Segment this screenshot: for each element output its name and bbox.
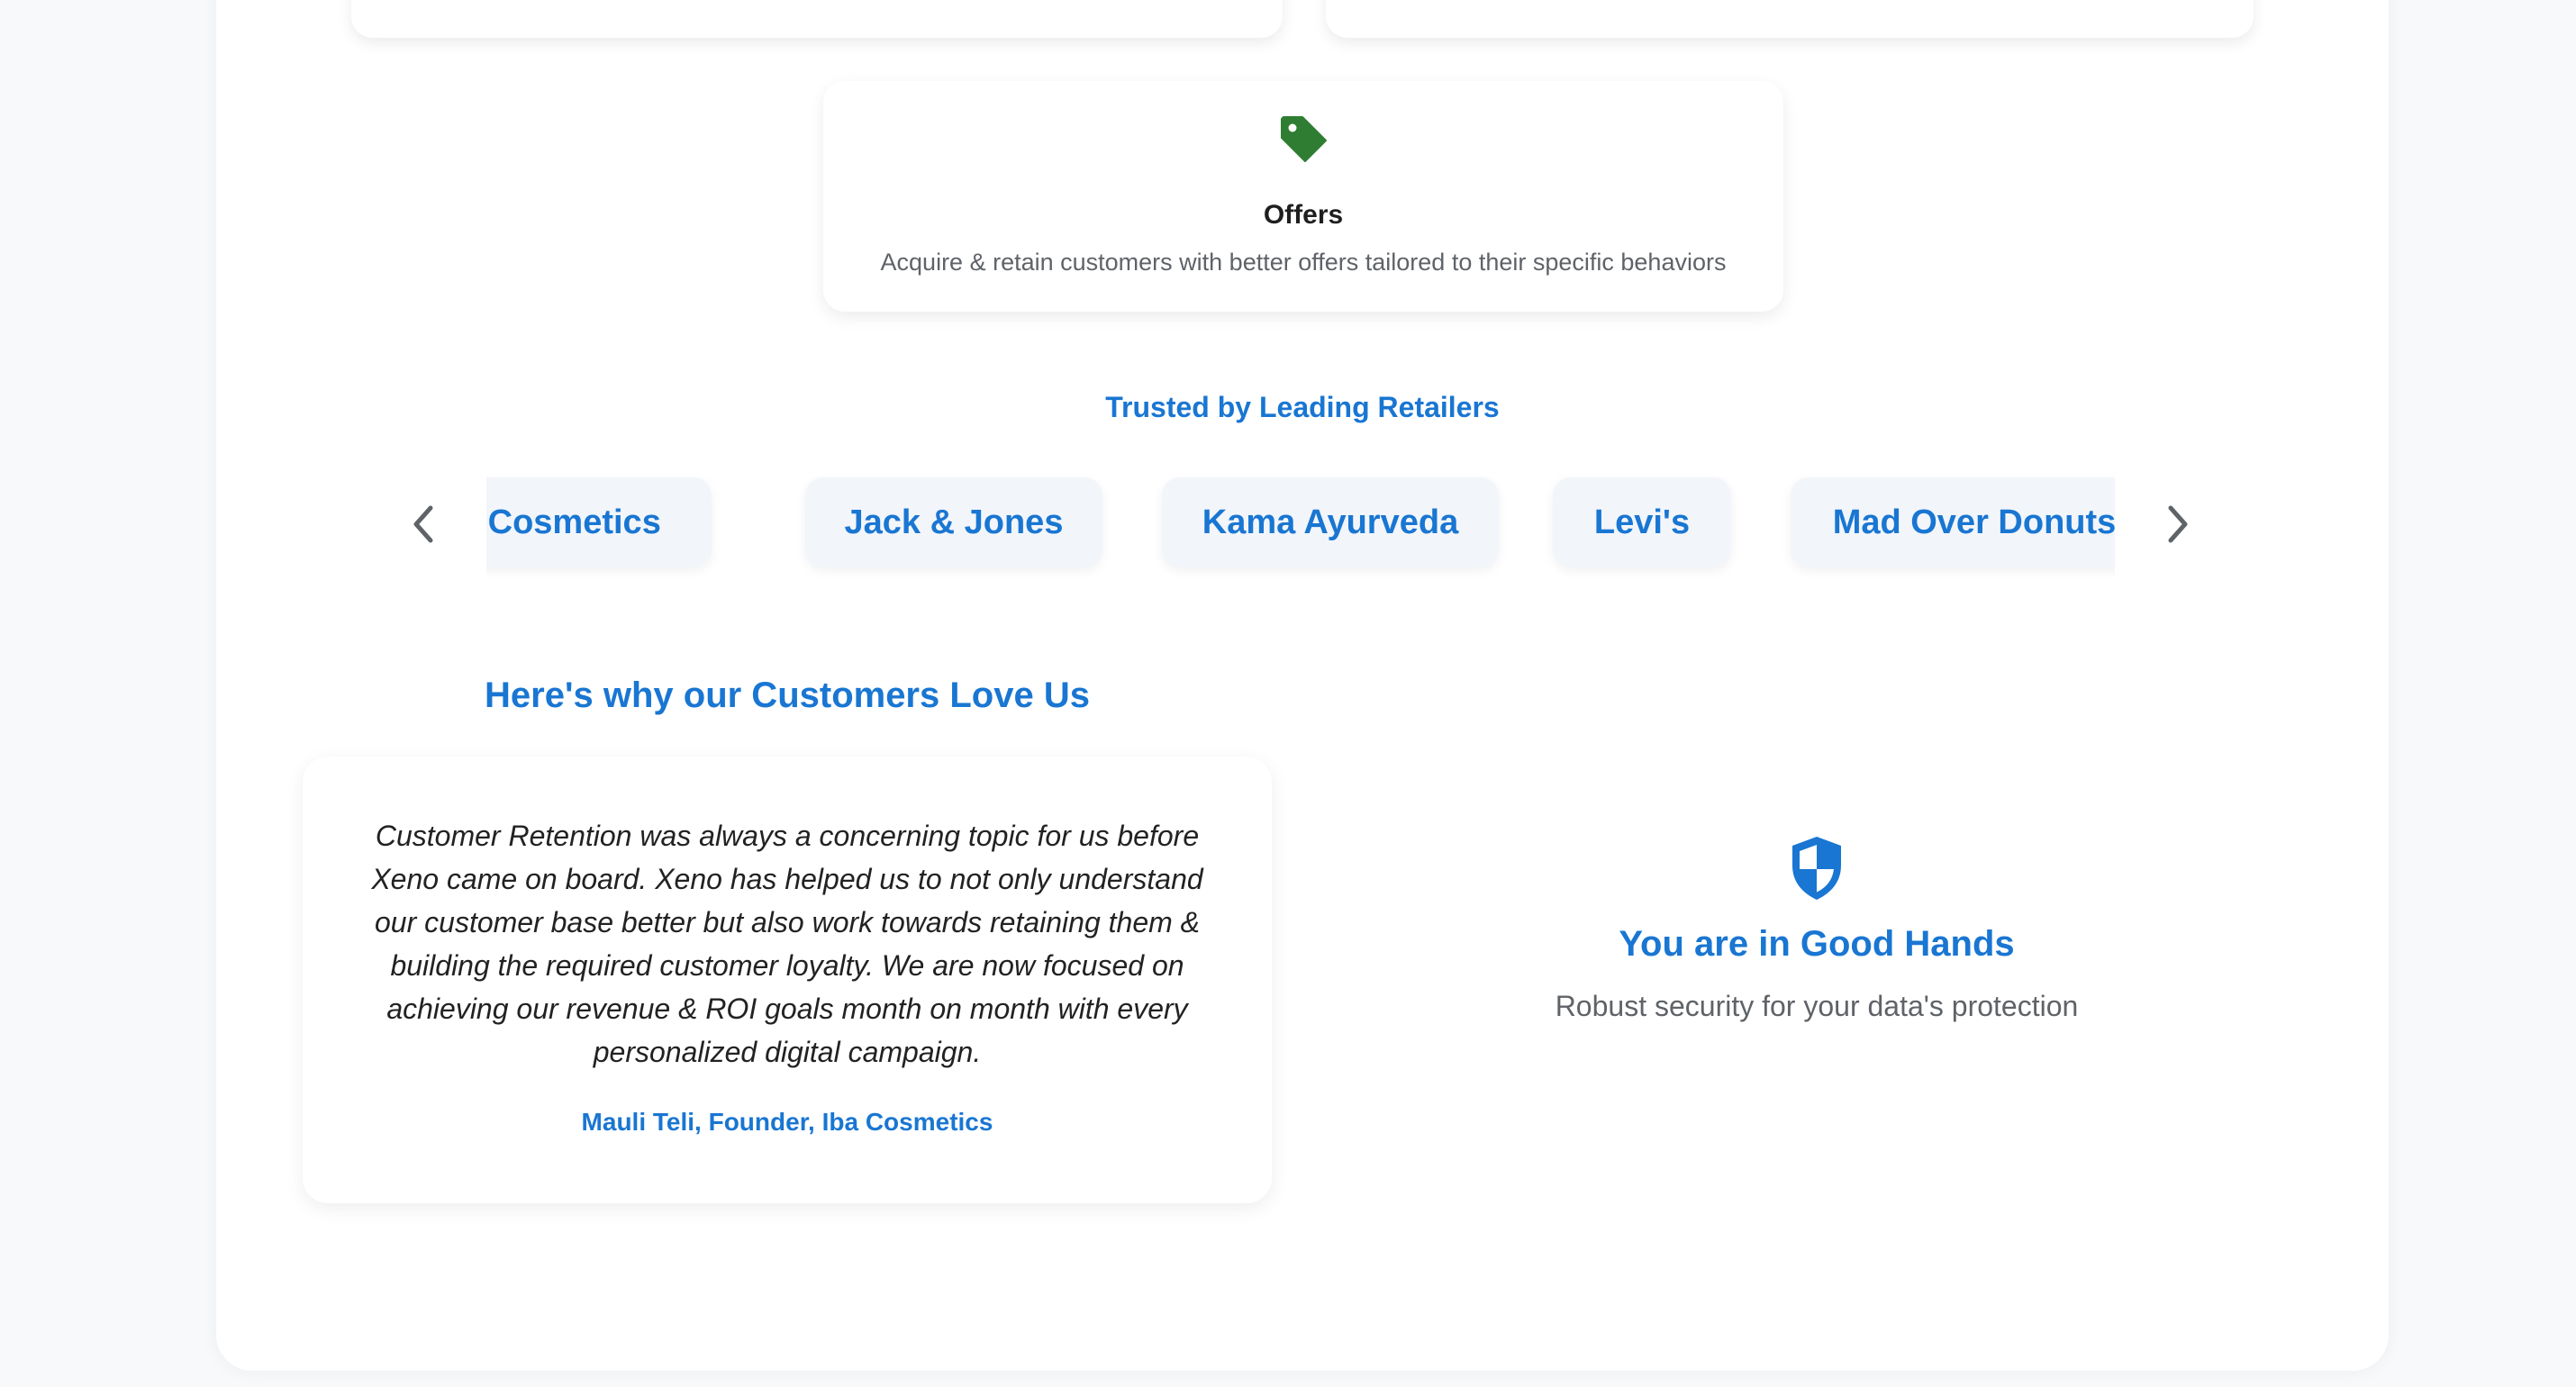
retailer-chip[interactable]: Mad Over Donuts xyxy=(1791,477,2115,567)
trusted-retailers-heading: Trusted by Leading Retailers xyxy=(1105,391,1500,423)
chevron-right-icon[interactable] xyxy=(2158,499,2198,549)
security-section: You are in Good Hands Robust security fo… xyxy=(1441,834,2192,1023)
offers-title: Offers xyxy=(1263,200,1344,230)
offers-description: Acquire & retain customers with better o… xyxy=(880,249,1727,276)
feature-card-partial-right xyxy=(1326,0,2254,38)
retailer-chip[interactable]: Kama Ayurveda xyxy=(1162,477,1499,567)
retailer-name: Levi's xyxy=(1593,503,1691,541)
feature-card-partial-left xyxy=(351,0,1283,38)
testimonials-heading: Here's why our Customers Love Us xyxy=(485,675,1090,715)
testimonial-quote: Customer Retention was always a concerni… xyxy=(371,820,1203,1068)
retailer-chip[interactable]: Iba Cosmetics xyxy=(486,477,712,567)
retailer-name: Kama Ayurveda xyxy=(1202,503,1459,541)
retailer-chip[interactable]: Levi's xyxy=(1553,477,1731,567)
retailer-name: Iba Cosmetics xyxy=(486,503,661,541)
retailer-name: Jack & Jones xyxy=(844,503,1064,541)
retailers-carousel: Iba Cosmetics Jack & Jones Kama Ayurveda… xyxy=(486,468,2115,580)
security-title: You are in Good Hands xyxy=(1619,924,2015,964)
retailer-chip[interactable]: Jack & Jones xyxy=(805,477,1102,567)
security-description: Robust security for your data's protecti… xyxy=(1555,990,2079,1022)
testimonial-card: Customer Retention was always a concerni… xyxy=(303,757,1272,1203)
testimonial-author: Mauli Teli, Founder, Iba Cosmetics xyxy=(581,1108,993,1136)
shield-icon xyxy=(1792,837,1841,900)
tag-icon xyxy=(1281,116,1327,162)
chevron-left-icon[interactable] xyxy=(404,499,443,549)
retailer-name: Mad Over Donuts xyxy=(1832,503,2115,541)
offers-card: Offers Acquire & retain customers with b… xyxy=(823,81,1783,312)
